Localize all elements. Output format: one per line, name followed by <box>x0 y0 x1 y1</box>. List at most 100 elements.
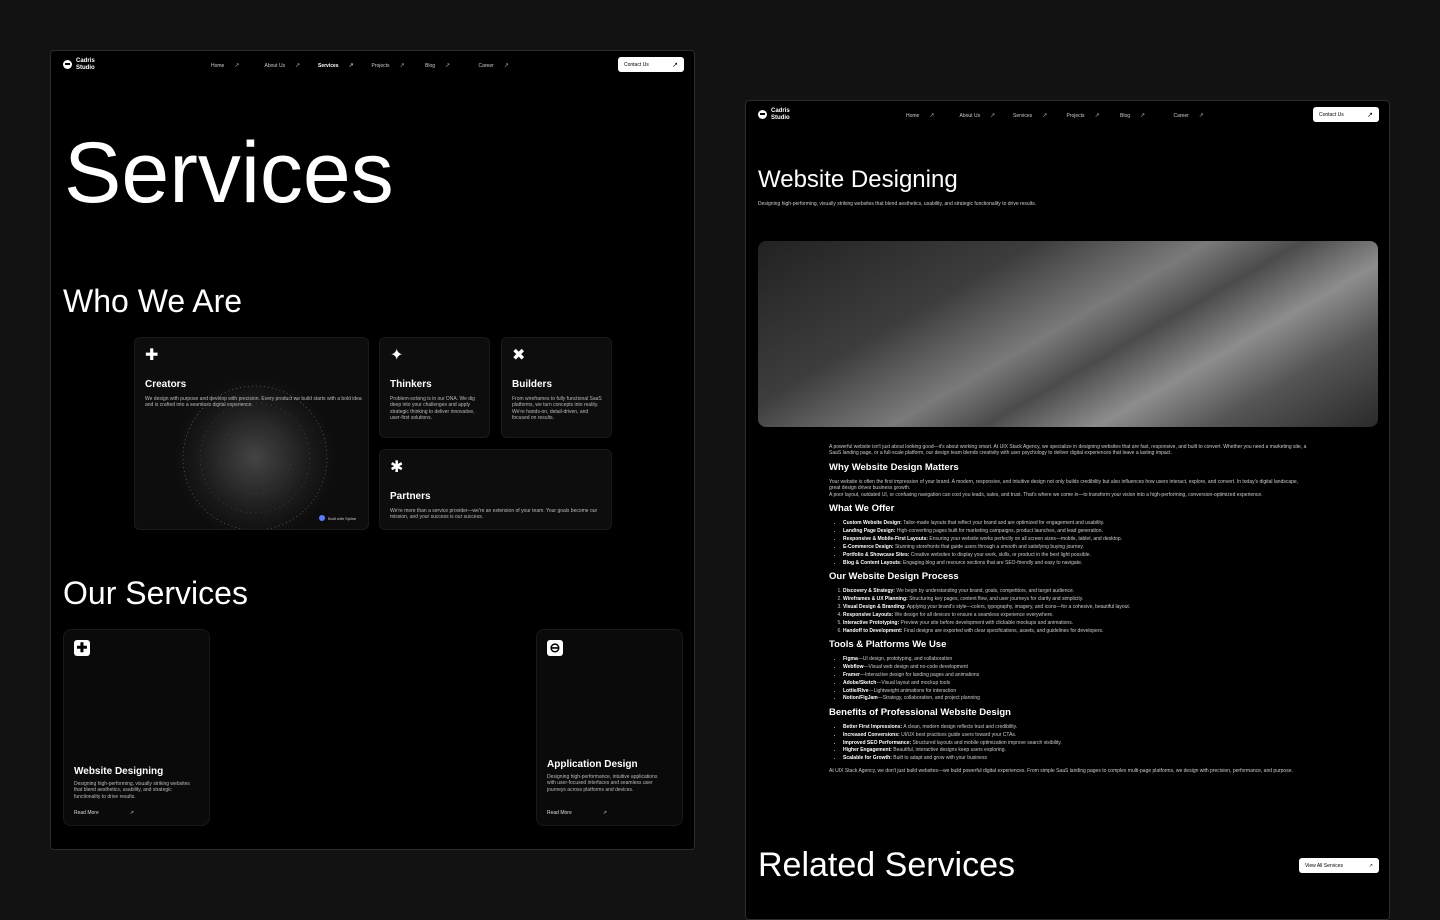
brand-name: Cadris Studio <box>76 58 95 71</box>
arrow-up-right-icon: ↗ <box>234 63 240 69</box>
x-cross-icon: ✖ <box>512 347 526 364</box>
nav-item-about[interactable]: About Us ↗ <box>265 62 319 70</box>
nav-item-home[interactable]: Home ↗ <box>211 62 265 70</box>
spline-logo-icon <box>319 515 325 521</box>
nav-item-blog[interactable]: Blog ↗ <box>1120 112 1174 120</box>
asterisk-icon: ✱ <box>390 459 404 476</box>
arrow-up-right-icon: ↗ <box>503 63 509 69</box>
arrow-up-right-icon: ↗ <box>1367 111 1373 119</box>
list-item: Webflow—Visual web design and no-code de… <box>843 664 1309 670</box>
list-item: Notion/FigJam—Strategy, collaboration, a… <box>843 695 1309 701</box>
read-more-link[interactable]: Read More ↗ <box>547 810 607 816</box>
service-card-application-design[interactable]: ⊖ Application Design Designing high-perf… <box>536 629 683 826</box>
read-more-link[interactable]: Read More ↗ <box>74 810 134 816</box>
list-item: Adobe/Sketch—Visual layout and mockup to… <box>843 680 1309 686</box>
plus-icon: ✚ <box>74 640 90 656</box>
card-title: Creators <box>145 379 187 390</box>
card-text: Problem-solving is in our DNA. We dig de… <box>390 396 475 422</box>
nav-item-about[interactable]: About Us ↗ <box>960 112 1014 120</box>
nav-item-projects[interactable]: Projects ↗ <box>372 62 426 70</box>
list-item: Higher Engagement: Beautiful, interactiv… <box>843 747 1309 753</box>
card-text: From wireframes to fully functional SaaS… <box>512 396 602 422</box>
paragraph: Your website is often the first impressi… <box>829 478 1299 491</box>
creators-card: ✚ Creators We design with purpose and de… <box>134 337 369 530</box>
list-item: Landing Page Design: High-converting pag… <box>843 528 1309 534</box>
card-title: Builders <box>512 379 553 390</box>
service-desc: Designing high-performing, visually stri… <box>74 781 190 800</box>
logo-mark-icon: ⊖ <box>547 640 563 656</box>
benefits-list: Better First Impressions: A clean, moder… <box>829 724 1309 762</box>
list-item: Better First Impressions: A clean, moder… <box>843 724 1309 730</box>
outro-paragraph: At UIX Stack Agency, we don't just build… <box>829 767 1293 774</box>
list-item: Custom Website Design: Tailor-made layou… <box>843 520 1309 526</box>
card-title: Partners <box>390 491 431 502</box>
service-title: Website Designing <box>74 766 164 777</box>
brand-logo[interactable]: Cadris Studio <box>758 108 801 121</box>
nav-item-career[interactable]: Career ↗ <box>1174 112 1228 120</box>
list-item: Increased Conversions: UI/UX best practi… <box>843 732 1309 738</box>
brand-logo[interactable]: Cadris Studio <box>63 58 106 71</box>
list-item: Framer—Interactive design for landing pa… <box>843 672 1309 678</box>
arrow-up-right-icon: ↗ <box>602 810 607 816</box>
contact-us-button[interactable]: Contact Us ↗ <box>618 57 684 72</box>
view-all-services-button[interactable]: View All Services ↗ <box>1299 858 1379 873</box>
list-item: Scalable for Growth: Built to adapt and … <box>843 755 1309 761</box>
arrow-up-right-icon: ↗ <box>445 63 451 69</box>
arrow-up-right-icon: ↗ <box>990 113 996 119</box>
card-title: Thinkers <box>390 379 432 390</box>
section-heading: Our Website Design Process <box>829 571 959 583</box>
nav-item-home[interactable]: Home ↗ <box>906 112 960 120</box>
paragraph: A poor layout, outdated UI, or confusing… <box>829 492 1263 499</box>
list-item: E-Commerce Design: Stunning storefronts … <box>843 544 1309 550</box>
plus-icon: ✚ <box>145 347 159 364</box>
page-title: Services <box>64 125 394 221</box>
spline-badge[interactable]: Built with Spline <box>319 515 356 521</box>
list-item: Responsive Layouts: We design for all de… <box>843 612 1309 618</box>
arrow-up-right-icon: ↗ <box>929 113 935 119</box>
section-heading: Why Website Design Matters <box>829 461 959 473</box>
partners-card: ✱ Partners We're more than a service pro… <box>379 449 612 530</box>
list-item: Visual Design & Branding: Applying your … <box>843 604 1309 610</box>
section-heading: What We Offer <box>829 503 895 515</box>
logo-mark-icon <box>758 110 767 119</box>
services-page-frame: Cadris Studio Home ↗ About Us ↗ Services ↗ P… <box>50 50 695 850</box>
offer-list: Custom Website Design: Tailor-made layou… <box>829 520 1309 566</box>
thinkers-card: ✦ Thinkers Problem-solving is in our DNA… <box>379 337 490 438</box>
related-services-heading: Related Services <box>758 846 1016 884</box>
nav-item-services[interactable]: Services ↗ <box>1013 112 1067 120</box>
intro-paragraph: A powerful website isn't just about look… <box>829 444 1307 457</box>
nav-item-blog[interactable]: Blog ↗ <box>425 62 479 70</box>
process-list: Discovery & Strategy: We begin by unders… <box>829 588 1309 634</box>
arrow-up-right-icon: ↗ <box>348 63 354 69</box>
card-text: We're more than a service provider—we're… <box>390 508 598 521</box>
who-we-are-heading: Who We Are <box>63 283 243 319</box>
page-subtitle: Designing high-performing, visually stri… <box>758 201 1037 207</box>
section-heading: Tools & Platforms We Use <box>829 638 947 650</box>
arrow-up-right-icon: ↗ <box>295 63 301 69</box>
section-heading: Benefits of Professional Website Design <box>829 706 1011 718</box>
arrow-up-right-icon: ↗ <box>129 810 134 816</box>
top-nav: Cadris Studio Home ↗ About Us ↗ Services ↗ P… <box>51 51 694 81</box>
service-card-website-designing[interactable]: ✚ Website Designing Designing high-perfo… <box>63 629 210 826</box>
list-item: Handoff to Development: Final designs ar… <box>843 628 1309 634</box>
list-item: Wireframes & UX Planning: Structuring ke… <box>843 596 1309 602</box>
nav-links: Home ↗ About Us ↗ Services ↗ Projects ↗ Blog… <box>906 112 1228 120</box>
service-title: Application Design <box>547 759 638 770</box>
list-item: Portfolio & Showcase Sites: Creative web… <box>843 552 1309 558</box>
page-title: Website Designing <box>758 166 958 193</box>
hero-banner-image <box>758 241 1378 427</box>
contact-us-button[interactable]: Contact Us ↗ <box>1313 107 1379 122</box>
arrow-up-right-icon: ↗ <box>1094 113 1100 119</box>
article-body: A powerful website isn't just about look… <box>829 444 1309 775</box>
nav-item-career[interactable]: Career ↗ <box>479 62 533 70</box>
card-text: We design with purpose and develop with … <box>145 396 362 409</box>
arrow-up-right-icon: ↗ <box>399 63 405 69</box>
top-nav: Cadris Studio Home ↗ About Us ↗ Services ↗ P… <box>746 101 1389 131</box>
our-services-heading: Our Services <box>63 575 248 611</box>
service-desc: Designing high-performance, intuitive ap… <box>547 774 658 793</box>
arrow-up-right-icon: ↗ <box>1368 862 1373 869</box>
arrow-up-right-icon: ↗ <box>1198 113 1204 119</box>
logo-mark-icon <box>63 60 72 69</box>
nav-item-services[interactable]: Services ↗ <box>318 62 372 70</box>
nav-item-projects[interactable]: Projects ↗ <box>1067 112 1121 120</box>
